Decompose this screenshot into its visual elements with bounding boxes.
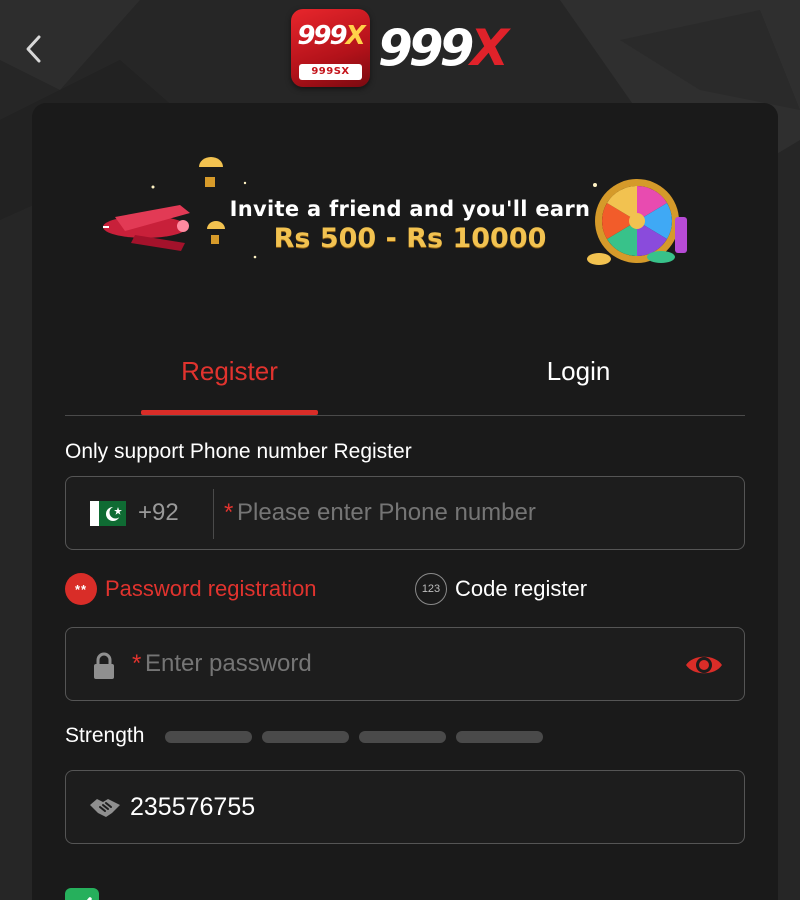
code-mode-icon: 123 — [415, 573, 447, 605]
register-note: Only support Phone number Register — [65, 440, 412, 463]
tab-register[interactable]: Register — [141, 340, 318, 414]
agreement-row — [65, 888, 745, 900]
password-input[interactable] — [145, 628, 665, 700]
back-button[interactable] — [20, 32, 48, 66]
mode-password-label: Password registration — [105, 576, 317, 601]
invite-code-value[interactable]: 235576755 — [130, 771, 255, 843]
app-logo-badge: 999X 999SX — [291, 9, 370, 87]
logo-word-digits: 999 — [378, 19, 474, 77]
lock-icon — [94, 652, 114, 679]
tabs-divider — [65, 415, 745, 416]
agree-checkbox[interactable] — [65, 888, 99, 900]
handshake-icon — [90, 799, 120, 817]
eye-icon[interactable] — [684, 650, 724, 680]
strength-segment — [456, 731, 543, 743]
banner-reward: Rs 500 - Rs 10000 — [273, 223, 547, 254]
airplane-icon — [103, 205, 190, 251]
prize-wheel-icon — [587, 179, 687, 265]
check-icon — [86, 897, 92, 900]
registration-mode-switch: ** Password registration 123 Code regist… — [65, 571, 745, 607]
strength-segment — [359, 731, 446, 743]
tab-login[interactable]: Login — [490, 340, 667, 414]
field-separator — [213, 489, 214, 539]
logo-word-x: X — [470, 19, 509, 77]
strength-segment — [165, 731, 252, 743]
logo-badge-mark: 999X — [291, 21, 370, 51]
strength-label: Strength — [65, 724, 145, 747]
chevron-left-icon — [26, 35, 41, 63]
strength-segment — [262, 731, 349, 743]
auth-tabs: Register Login — [65, 340, 745, 416]
logo-badge-digits: 999 — [297, 21, 347, 51]
phone-field: +92 * — [65, 476, 745, 550]
mode-code-register[interactable]: 123 Code register — [415, 571, 587, 607]
mode-code-label: Code register — [455, 576, 588, 601]
logo-badge-x: X — [345, 21, 366, 51]
logo-badge-subtitle: 999SX — [299, 64, 362, 80]
country-dial-code[interactable]: +92 — [138, 499, 179, 527]
app-logo-wordmark: 999X — [378, 18, 509, 78]
required-mark: * — [224, 499, 234, 526]
mode-password-registration[interactable]: ** Password registration — [65, 571, 317, 607]
password-mode-icon: ** — [65, 573, 97, 605]
invite-code-field[interactable]: 235576755 — [65, 770, 745, 844]
invite-banner[interactable]: Invite a friend and you'll earn Rs 500 -… — [95, 147, 715, 277]
header: 999X 999SX 999X — [0, 0, 800, 100]
password-field: * — [65, 627, 745, 701]
required-mark: * — [132, 650, 142, 677]
banner-text: Invite a friend and you'll earn Rs 500 -… — [220, 197, 600, 254]
pakistan-flag-icon[interactable] — [90, 501, 126, 526]
password-strength: Strength — [65, 722, 745, 752]
banner-headline: Invite a friend and you'll earn — [229, 197, 591, 221]
phone-input[interactable] — [237, 477, 737, 549]
